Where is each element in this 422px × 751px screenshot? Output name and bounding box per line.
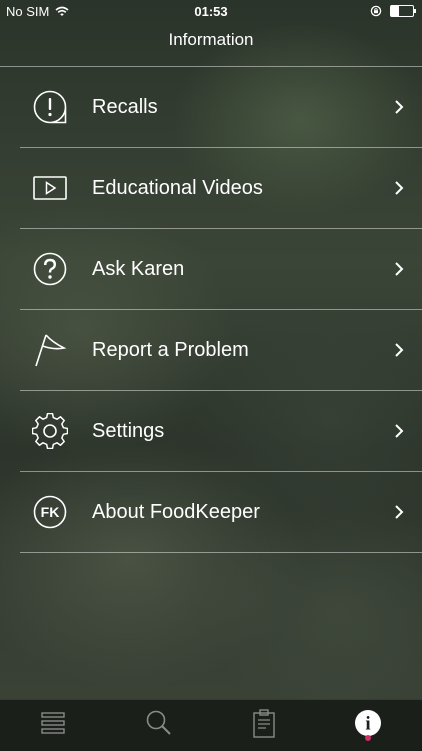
clipboard-icon[interactable]: [249, 708, 279, 738]
chevron-right-icon: [395, 181, 404, 195]
menu-item-label: Report a Problem: [92, 338, 249, 361]
categories-list-icon[interactable]: [38, 708, 68, 738]
menu-item-ask-karen[interactable]: Ask Karen: [20, 229, 422, 310]
information-menu: Recalls Educational Videos Ask Karen Rep…: [0, 67, 422, 553]
chevron-right-icon: [395, 100, 404, 114]
page-title: Information: [168, 30, 254, 49]
battery-level: [391, 6, 399, 16]
menu-item-label: Recalls: [92, 95, 158, 118]
gear-icon: [32, 413, 68, 449]
status-bar: No SIM 01:53: [0, 0, 422, 24]
chevron-right-icon: [395, 343, 404, 357]
menu-item-label: Settings: [92, 419, 165, 442]
chevron-right-icon: [395, 424, 404, 438]
info-icon[interactable]: i: [353, 708, 383, 738]
exclamation-bubble-icon: [33, 90, 67, 124]
question-circle-icon: [33, 252, 67, 286]
chevron-right-icon: [395, 505, 404, 519]
rotation-lock-icon: [370, 5, 382, 17]
info-glyph: i: [365, 714, 370, 735]
menu-item-educational-videos[interactable]: Educational Videos: [20, 148, 422, 229]
menu-item-label: Ask Karen: [92, 257, 185, 280]
menu-item-recalls[interactable]: Recalls: [20, 67, 422, 148]
foodkeeper-logo-text: FK: [41, 504, 60, 520]
search-icon[interactable]: [143, 708, 173, 738]
menu-item-label: Educational Videos: [92, 176, 263, 199]
menu-item-settings[interactable]: Settings: [20, 391, 422, 472]
tab-bar: i: [0, 699, 422, 751]
menu-item-about-foodkeeper[interactable]: FK About FoodKeeper: [20, 472, 422, 553]
battery-icon: [390, 5, 416, 17]
menu-item-label: About FoodKeeper: [92, 500, 260, 523]
chevron-right-icon: [395, 262, 404, 276]
menu-item-report-a-problem[interactable]: Report a Problem: [20, 310, 422, 391]
status-right: [370, 5, 416, 17]
active-tab-indicator: [365, 735, 371, 741]
play-video-icon: [33, 176, 67, 200]
foodkeeper-logo-icon: FK: [33, 495, 67, 529]
flag-icon: [35, 334, 67, 367]
status-time: 01:53: [194, 4, 228, 19]
